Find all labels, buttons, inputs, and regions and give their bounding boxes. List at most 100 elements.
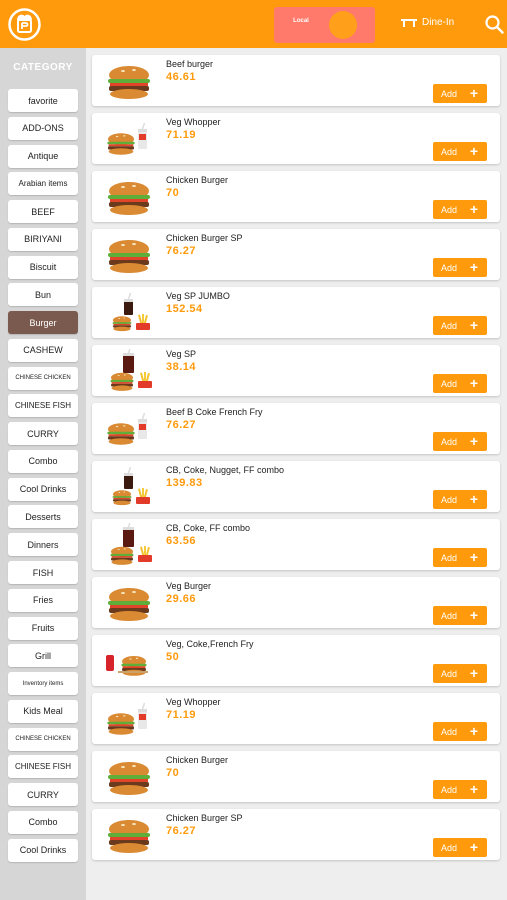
product-card[interactable]: CB, Coke, Nugget, FF combo 139.83 Add +: [92, 461, 500, 512]
product-price: 50: [166, 651, 180, 663]
add-button[interactable]: Add +: [433, 722, 487, 741]
plus-icon: +: [469, 201, 478, 217]
category-item[interactable]: Biscuit: [8, 255, 78, 279]
category-item[interactable]: Inventory items: [8, 672, 78, 696]
plus-icon: +: [469, 85, 478, 101]
category-item[interactable]: Desserts: [8, 505, 78, 529]
add-button[interactable]: Add +: [433, 316, 487, 335]
category-item[interactable]: ADD-ONS: [8, 116, 78, 140]
product-card[interactable]: Veg Whopper 71.19 Add +: [92, 693, 500, 744]
order-mode-toggle[interactable]: Local: [274, 7, 375, 43]
product-name: Veg Whopper: [166, 117, 221, 127]
product-image: [104, 117, 154, 161]
product-card[interactable]: Chicken Burger 70 Add +: [92, 751, 500, 802]
add-label: Add: [441, 842, 458, 853]
top-bar: Local Dine-In: [0, 0, 507, 48]
product-price: 70: [166, 767, 180, 779]
product-card[interactable]: Chicken Burger 70 Add +: [92, 171, 500, 222]
plus-icon: +: [469, 723, 478, 739]
add-label: Add: [441, 262, 458, 273]
product-card[interactable]: Beef burger 46.61 Add +: [92, 55, 500, 106]
category-item[interactable]: Cool Drinks: [8, 477, 78, 501]
product-image: [104, 175, 154, 219]
category-item[interactable]: Arabian items: [8, 172, 78, 196]
toggle-knob[interactable]: [329, 11, 357, 39]
product-price: 29.66: [166, 593, 197, 605]
product-name: Veg SP: [166, 349, 197, 359]
product-card[interactable]: Veg, Coke,French Fry 50 Add +: [92, 635, 500, 686]
category-item[interactable]: FISH: [8, 561, 78, 585]
product-card[interactable]: Chicken Burger SP 76.27 Add +: [92, 809, 500, 860]
plus-icon: +: [469, 143, 478, 159]
category-item[interactable]: Cool Drinks: [8, 838, 78, 862]
add-button[interactable]: Add +: [433, 606, 487, 625]
product-card[interactable]: Beef B Coke French Fry 76.27 Add +: [92, 403, 500, 454]
add-button[interactable]: Add +: [433, 374, 487, 393]
product-image: [104, 581, 154, 625]
category-title: CATEGORY: [13, 62, 73, 73]
product-price: 71.19: [166, 709, 197, 721]
product-price: 71.19: [166, 129, 197, 141]
category-item[interactable]: CHINESE CHICKEN: [8, 366, 78, 390]
product-price: 70: [166, 187, 180, 199]
product-price: 46.61: [166, 71, 197, 83]
plus-icon: +: [469, 839, 478, 855]
plus-icon: +: [469, 781, 478, 797]
add-button[interactable]: Add +: [433, 780, 487, 799]
product-image: [104, 520, 154, 567]
product-name: Veg Burger: [166, 581, 212, 591]
product-card[interactable]: CB, Coke, FF combo 63.56 Add +: [92, 519, 500, 570]
add-button[interactable]: Add +: [433, 838, 487, 857]
category-item[interactable]: Dinners: [8, 533, 78, 557]
add-button[interactable]: Add +: [433, 664, 487, 683]
category-item[interactable]: Burger: [8, 311, 78, 335]
product-card[interactable]: Veg Whopper 71.19 Add +: [92, 113, 500, 164]
product-card[interactable]: Veg SP JUMBO 152.54 Add +: [92, 287, 500, 338]
category-list: favorite ADD-ONS Antique Arabian items BEEF B…: [8, 89, 78, 866]
add-button[interactable]: Add +: [433, 84, 487, 103]
product-card[interactable]: Chicken Burger SP 76.27 Add +: [92, 229, 500, 280]
plus-icon: +: [469, 549, 478, 565]
table-icon: [401, 18, 417, 27]
search-icon[interactable]: [485, 15, 504, 34]
product-name: Veg SP JUMBO: [166, 291, 230, 301]
product-card[interactable]: Veg SP 38.14 Add +: [92, 345, 500, 396]
add-label: Add: [441, 668, 458, 679]
category-item[interactable]: CHINESE CHICKEN: [8, 727, 78, 751]
category-item[interactable]: Combo: [8, 449, 78, 473]
dine-in-label: Dine-In: [422, 17, 455, 28]
category-item[interactable]: BIRIYANI: [8, 227, 78, 251]
category-item[interactable]: CHINESE FISH: [8, 755, 78, 779]
category-item[interactable]: Kids Meal: [8, 699, 78, 723]
product-image: [104, 407, 154, 451]
product-name: CB, Coke, Nugget, FF combo: [166, 465, 285, 475]
product-price: 38.14: [166, 361, 197, 373]
add-button[interactable]: Add +: [433, 200, 487, 219]
product-price: 76.27: [166, 419, 197, 431]
category-item[interactable]: CHINESE FISH: [8, 394, 78, 418]
dine-in-selector[interactable]: Dine-In: [400, 17, 454, 28]
category-item[interactable]: BEEF: [8, 200, 78, 224]
product-name: Chicken Burger: [166, 175, 229, 185]
category-item[interactable]: CURRY: [8, 783, 78, 807]
add-label: Add: [441, 204, 458, 215]
add-label: Add: [441, 88, 458, 99]
add-button[interactable]: Add +: [433, 490, 487, 509]
category-item[interactable]: Fruits: [8, 616, 78, 640]
add-button[interactable]: Add +: [433, 142, 487, 161]
add-label: Add: [441, 378, 458, 389]
category-item[interactable]: Bun: [8, 283, 78, 307]
category-item[interactable]: Grill: [8, 644, 78, 668]
add-button[interactable]: Add +: [433, 258, 487, 277]
add-button[interactable]: Add +: [433, 548, 487, 567]
plus-icon: +: [469, 259, 478, 275]
category-item[interactable]: Combo: [8, 810, 78, 834]
add-button[interactable]: Add +: [433, 432, 487, 451]
plus-icon: +: [469, 607, 478, 623]
category-item[interactable]: CASHEW: [8, 338, 78, 362]
category-item[interactable]: favorite: [8, 89, 78, 112]
category-item[interactable]: CURRY: [8, 422, 78, 446]
category-item[interactable]: Fries: [8, 588, 78, 612]
category-item[interactable]: Antique: [8, 144, 78, 168]
product-card[interactable]: Veg Burger 29.66 Add +: [92, 577, 500, 628]
